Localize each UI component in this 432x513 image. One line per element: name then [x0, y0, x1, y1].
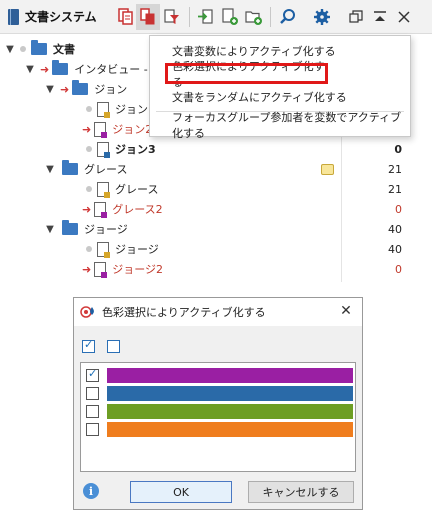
close-icon[interactable]: ✕ [338, 303, 354, 319]
dialog-title: 色彩選択によりアクティブ化する [102, 306, 266, 319]
color-checkbox[interactable] [86, 423, 99, 436]
tree-label: ジョージ2 [112, 263, 163, 276]
color-swatch-green [107, 404, 353, 419]
tree-label: グレース2 [112, 203, 163, 216]
document-icon [97, 241, 110, 258]
folder-icon [52, 60, 69, 75]
folder-icon [62, 160, 78, 175]
tree-label: ジョン [115, 103, 148, 116]
tree-row-doc[interactable]: グレース 21 [0, 179, 432, 199]
gear-icon[interactable] [312, 7, 332, 27]
color-target-icon [80, 304, 96, 320]
color-swatch-orange [107, 422, 353, 437]
count-value: 40 [388, 222, 402, 236]
document-icon [94, 201, 108, 218]
document-icon [97, 181, 110, 198]
activation-arrow-icon: ➜ [82, 262, 92, 276]
cancel-button[interactable]: キャンセルする [248, 481, 354, 503]
activation-menu: 文書変数によりアクティブ化する 色彩選択によりアクティブ化する 文書をランダムに… [149, 35, 411, 140]
new-doc-icon[interactable] [220, 7, 240, 27]
count-value: 0 [395, 202, 402, 216]
tree-row-doc[interactable]: ➜ グレース2 0 [0, 199, 432, 219]
document-icon [94, 261, 108, 278]
chevron-down-icon[interactable]: ▼ [44, 224, 56, 235]
tree-row-group[interactable]: ▼ ジョージ 40 [0, 219, 432, 239]
color-checkbox[interactable] [86, 405, 99, 418]
toolbar-title: 文書システム [8, 8, 97, 25]
tree-label: ジョージ [84, 223, 128, 236]
dot-icon [86, 146, 92, 152]
dot-icon [20, 46, 26, 52]
document-edit-icon [97, 141, 110, 158]
collapse-icon[interactable] [370, 7, 390, 27]
search-icon[interactable] [278, 7, 298, 27]
document-icon [97, 101, 110, 118]
doc-system-icon [8, 8, 19, 25]
activation-arrow-icon: ➜ [82, 122, 92, 136]
filter-icon[interactable] [162, 7, 182, 27]
document-icon [94, 121, 108, 138]
chevron-down-icon[interactable]: ▼ [44, 164, 56, 175]
dialog-titlebar: 色彩選択によりアクティブ化する ✕ [74, 298, 362, 326]
doc-stack-icon[interactable] [116, 7, 136, 27]
color-list-item[interactable] [86, 403, 353, 420]
select-all-checkbox[interactable] [82, 338, 95, 353]
color-list-item[interactable] [86, 367, 353, 384]
color-list-item[interactable] [86, 421, 353, 438]
color-checkbox[interactable] [86, 387, 99, 400]
color-activation-dialog: 色彩選択によりアクティブ化する ✕ i OK キャンセルする [73, 297, 363, 510]
color-swatch-blue [107, 386, 353, 401]
chevron-down-icon[interactable]: ▼ [4, 44, 16, 55]
count-value: 21 [388, 162, 402, 176]
tree-label: ジョン3 [115, 143, 156, 156]
tree-row-group[interactable]: ▼ グレース 21 [0, 159, 432, 179]
tree-label: ジョン2 [112, 123, 153, 136]
color-checkbox[interactable] [86, 367, 99, 382]
chevron-down-icon[interactable]: ▼ [44, 84, 56, 95]
color-list [80, 362, 356, 472]
tree-row-doc[interactable]: ジョージ 40 [0, 239, 432, 259]
color-swatch-purple [107, 368, 353, 383]
tree-row-doc[interactable]: ➜ ジョージ2 0 [0, 259, 432, 279]
folder-icon [72, 80, 89, 95]
count-value: 0 [394, 142, 402, 156]
info-icon[interactable]: i [83, 483, 99, 499]
menu-item-activate-focus-group[interactable]: フォーカスグループ参加者を変数でアクティブ化する [150, 111, 410, 140]
close-icon[interactable] [394, 7, 414, 27]
memo-icon[interactable] [321, 163, 334, 175]
color-list-item[interactable] [86, 385, 353, 402]
folder-icon [62, 220, 78, 235]
menu-item-activate-by-color[interactable]: 色彩選択によりアクティブ化する [165, 60, 328, 89]
activation-arrow-icon: ➜ [82, 202, 92, 216]
tree-label: ジョージ [115, 243, 159, 256]
tree-label: グレース [84, 163, 128, 176]
copy-icon[interactable] [136, 4, 160, 30]
dot-icon [86, 106, 92, 112]
tree-label: ジョン [94, 83, 128, 96]
activation-arrow-icon: ➜ [40, 62, 50, 76]
chevron-down-icon[interactable]: ▼ [24, 64, 36, 75]
toolbar-separator [189, 7, 190, 27]
ok-button[interactable]: OK [130, 481, 232, 503]
count-value: 21 [388, 182, 402, 196]
import-icon[interactable] [196, 7, 216, 27]
dot-icon [86, 246, 92, 252]
tree-row-doc[interactable]: ジョン3 0 [0, 139, 432, 159]
toolbar: 文書システム [0, 0, 432, 34]
new-folder-icon[interactable] [244, 7, 264, 27]
folder-icon [31, 40, 47, 55]
count-value: 0 [395, 262, 402, 276]
toolbar-separator [270, 7, 271, 27]
window-restore-icon[interactable] [346, 7, 366, 27]
count-value: 40 [388, 242, 402, 256]
tree-label: 文書 [53, 43, 75, 56]
tree-label: グレース [115, 183, 159, 196]
activation-arrow-icon: ➜ [60, 82, 70, 96]
dot-icon [86, 186, 92, 192]
select-none-checkbox[interactable] [107, 340, 120, 353]
menu-item-activate-random[interactable]: 文書をランダムにアクティブ化する [150, 86, 410, 107]
toolbar-title-label: 文書システム [25, 10, 97, 24]
